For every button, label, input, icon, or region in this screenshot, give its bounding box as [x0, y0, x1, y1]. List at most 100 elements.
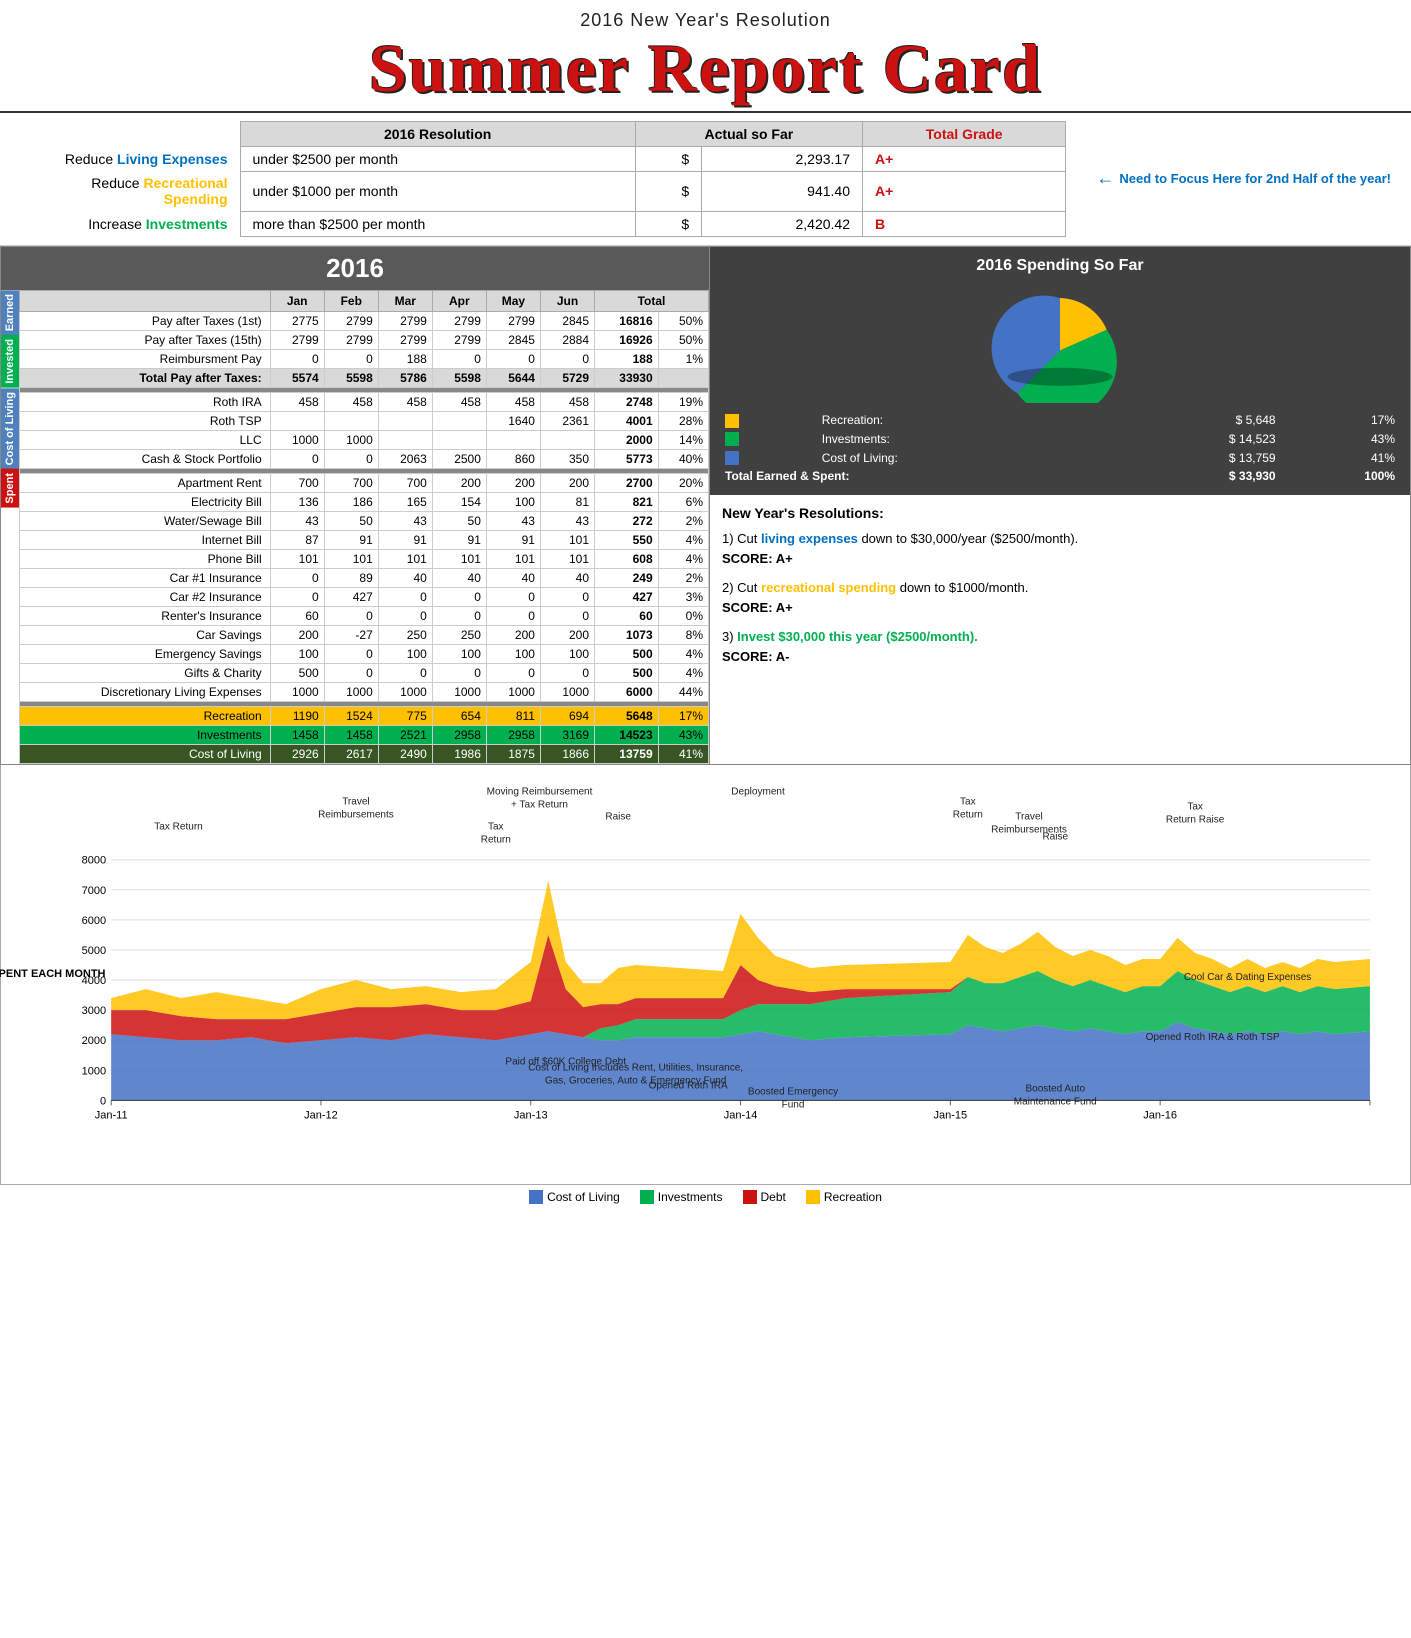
row-total: 500 [595, 663, 659, 682]
row-value: 186 [324, 492, 378, 511]
row-total: 1073 [595, 625, 659, 644]
row-pct: 50% [658, 311, 708, 330]
row-pct: 1% [658, 349, 708, 368]
resolution-value: under $1000 per month [240, 171, 635, 211]
legend-color-cell [720, 448, 817, 467]
table-row: Investments14581458252129582958316914523… [20, 725, 709, 744]
row-total: 249 [595, 568, 659, 587]
row-value [432, 411, 486, 430]
right-panel: 2016 Spending So Far [710, 246, 1411, 765]
row-total: 188 [595, 349, 659, 368]
row-value: 1190 [270, 706, 324, 725]
svg-text:Return: Return [953, 809, 983, 820]
row-value: 0 [486, 663, 540, 682]
side-labels: EarnedInvestedCost of LivingSpent [1, 290, 19, 764]
row-value: 775 [378, 706, 432, 725]
row-total: 500 [595, 644, 659, 663]
row-label: Total Pay after Taxes: [20, 368, 271, 387]
actual-col-header: Actual so Far [635, 121, 862, 146]
row-pct: 8% [658, 625, 708, 644]
side-label: Earned [1, 290, 19, 335]
row-value: 811 [486, 706, 540, 725]
legend-label: Cost of Living: [817, 448, 1115, 467]
svg-text:Jan-11: Jan-11 [95, 1109, 128, 1121]
row-total: 13759 [595, 744, 659, 763]
resolution-row: Reduce Living Expenses under $2500 per m… [20, 146, 1066, 171]
row-label: Roth TSP [20, 411, 271, 430]
row-value: 1000 [270, 682, 324, 701]
row-value: 2799 [324, 311, 378, 330]
row-value: 0 [324, 644, 378, 663]
legend-square [743, 1190, 757, 1204]
grade-col-header: Total Grade [862, 121, 1065, 146]
row-pct: 17% [658, 706, 708, 725]
row-value [324, 411, 378, 430]
row-value: 1000 [378, 682, 432, 701]
row-label: Discretionary Living Expenses [20, 682, 271, 701]
row-value: 200 [540, 473, 594, 492]
row-total: 427 [595, 587, 659, 606]
row-value: 0 [324, 349, 378, 368]
row-value: 0 [486, 587, 540, 606]
row-value: 2926 [270, 744, 324, 763]
row-label: Renter's Insurance [20, 606, 271, 625]
row-label: Investments [20, 725, 271, 744]
row-pct: 4% [658, 663, 708, 682]
row-pct [658, 368, 708, 387]
row-value: 0 [378, 606, 432, 625]
row-value: 1000 [324, 682, 378, 701]
row-value: 2500 [432, 449, 486, 468]
row-value: 0 [432, 349, 486, 368]
svg-text:Boosted Emergency: Boosted Emergency [748, 1086, 838, 1097]
actual-dollar: $ [635, 211, 701, 236]
actual-amount: 2,293.17 [702, 146, 863, 171]
legend-pct: 43% [1281, 430, 1400, 449]
table-row: Apartment Rent700700700200200200270020% [20, 473, 709, 492]
row-pct: 50% [658, 330, 708, 349]
row-value: 2799 [486, 311, 540, 330]
row-value: 2775 [270, 311, 324, 330]
row-value: 91 [432, 530, 486, 549]
table-row: Roth IRA458458458458458458274819% [20, 392, 709, 411]
row-value: 100 [378, 644, 432, 663]
svg-text:Jan-14: Jan-14 [724, 1109, 758, 1121]
svg-text:6000: 6000 [82, 915, 107, 927]
row-total: 550 [595, 530, 659, 549]
row-value: 43 [270, 511, 324, 530]
row-value: 136 [270, 492, 324, 511]
row-label: Electricity Bill [20, 492, 271, 511]
legend-label-text: Investments [658, 1190, 723, 1204]
row-pct: 4% [658, 644, 708, 663]
row-value: 200 [432, 473, 486, 492]
row-label: Pay after Taxes (15th) [20, 330, 271, 349]
row-value: 1000 [270, 430, 324, 449]
row-value: 81 [540, 492, 594, 511]
svg-text:+ Tax Return: + Tax Return [511, 799, 568, 810]
side-label: Spent [1, 469, 19, 508]
row-value: 0 [270, 587, 324, 606]
row-value: 1640 [486, 411, 540, 430]
row-label: Cost of Living [20, 744, 271, 763]
actual-dollar: $ [635, 171, 701, 211]
svg-text:Raise: Raise [1042, 831, 1068, 842]
row-total: 608 [595, 549, 659, 568]
row-value: 40 [378, 568, 432, 587]
resolution-label: Increase Investments [20, 211, 240, 236]
row-value: 0 [486, 349, 540, 368]
row-value: 0 [270, 568, 324, 587]
resolution-item: 3) Invest $30,000 this year ($2500/month… [722, 627, 1398, 666]
month-header: Mar [378, 290, 432, 311]
table-row: Electricity Bill136186165154100818216% [20, 492, 709, 511]
pie-section: 2016 Spending So Far [710, 247, 1410, 495]
table-row: Emergency Savings10001001001001005004% [20, 644, 709, 663]
svg-text:Moving Reimbursement: Moving Reimbursement [487, 786, 593, 797]
row-value: 154 [432, 492, 486, 511]
resolution-value: under $2500 per month [240, 146, 635, 171]
row-value: 1524 [324, 706, 378, 725]
legend-pct: 17% [1281, 411, 1400, 430]
svg-text:Boosted Auto: Boosted Auto [1025, 1083, 1085, 1094]
svg-text:Return Raise: Return Raise [1166, 814, 1225, 825]
row-value: 2617 [324, 744, 378, 763]
row-value: 0 [324, 606, 378, 625]
chart-outer: TOTAL CASH SPENT EACH MONTH 010002000300… [0, 765, 1411, 1185]
